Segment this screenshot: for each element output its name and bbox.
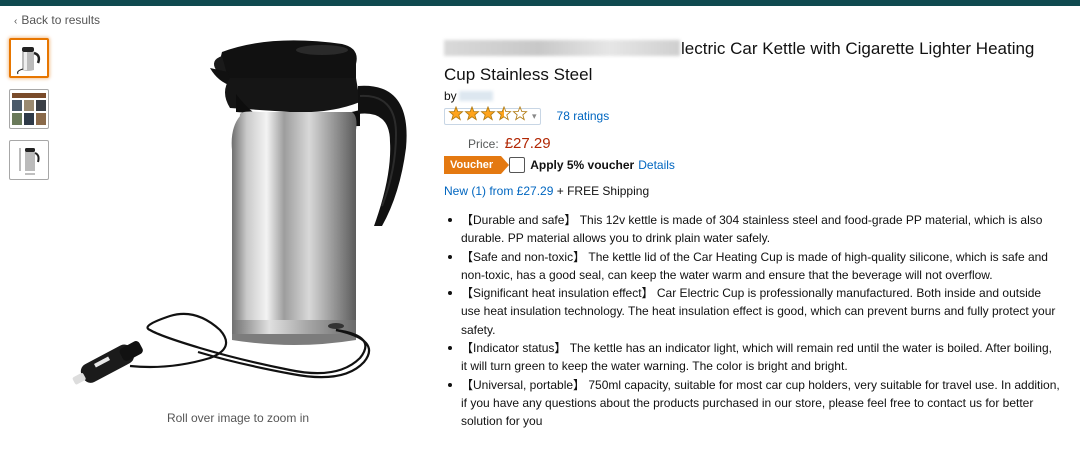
star-icon: [496, 106, 512, 121]
thumbnail-kettle-dimensions[interactable]: [9, 140, 49, 180]
star-icon: [448, 106, 464, 121]
by-label: by: [444, 89, 457, 103]
apply-voucher-checkbox[interactable]: [509, 157, 526, 173]
thumbnail-kettle-front[interactable]: [9, 38, 49, 78]
feature-bullet: 【Indicator status】 The kettle has an ind…: [448, 339, 1060, 376]
feature-bullet: 【Significant heat insulation effect】 Car…: [448, 284, 1060, 339]
star-icon: [464, 106, 480, 121]
feature-bullet: 【Universal, portable】 750ml capacity, su…: [448, 376, 1060, 431]
top-nav-strip: [0, 0, 1080, 6]
thumbnail-strip: [9, 38, 51, 191]
voucher-row: Voucher Apply 5% voucher Details: [444, 156, 1064, 174]
star-rating-dropdown[interactable]: ▾: [444, 106, 541, 126]
chevron-down-icon: ▾: [532, 110, 537, 121]
apply-voucher-label[interactable]: Apply 5% voucher: [530, 158, 634, 172]
back-to-results-label: Back to results: [21, 13, 101, 27]
feature-bullet: 【Durable and safe】 This 12v kettle is ma…: [448, 211, 1060, 248]
ratings-count-link[interactable]: 78 ratings: [557, 109, 610, 123]
main-product-image[interactable]: [60, 30, 420, 410]
feature-bullets: 【Durable and safe】 This 12v kettle is ma…: [448, 211, 1060, 431]
brand-byline: by: [444, 89, 1064, 105]
price-value: £27.29: [504, 135, 551, 152]
product-info-panel: lectric Car Kettle with Cigarette Lighte…: [444, 36, 1064, 431]
redacted-title-segment: [444, 40, 680, 56]
chevron-left-icon: ‹: [14, 16, 18, 27]
rating-row: ▾ 78 ratings: [444, 106, 1064, 126]
star-icon: [480, 106, 496, 121]
new-offers-row: New (1) from £27.29 + FREE Shipping: [444, 184, 1064, 198]
new-offers-link[interactable]: New (1) from £27.29: [444, 184, 553, 198]
zoom-hint-text: Roll over image to zoom in: [166, 411, 310, 425]
feature-bullet: 【Safe and non-toxic】 The kettle lid of t…: [448, 248, 1060, 285]
redacted-brand-link[interactable]: [458, 91, 493, 101]
free-shipping-text: + FREE Shipping: [556, 184, 650, 198]
back-to-results-link[interactable]: ‹ Back to results: [14, 13, 100, 27]
product-title: lectric Car Kettle with Cigarette Lighte…: [444, 36, 1064, 88]
voucher-badge: Voucher: [444, 156, 510, 174]
voucher-details-link[interactable]: Details: [638, 158, 675, 172]
kettle-thumbnail-image: [17, 47, 41, 75]
star-rating: [448, 106, 528, 126]
price-row: Price: £27.29: [444, 135, 1064, 152]
price-label: Price:: [468, 137, 499, 151]
collage-thumbnail-image: [12, 93, 46, 125]
car-kettle-image: [72, 40, 407, 385]
star-icon: [512, 106, 528, 121]
thumbnail-product-collage[interactable]: [9, 89, 49, 129]
dimensions-thumbnail-image: [19, 148, 40, 175]
